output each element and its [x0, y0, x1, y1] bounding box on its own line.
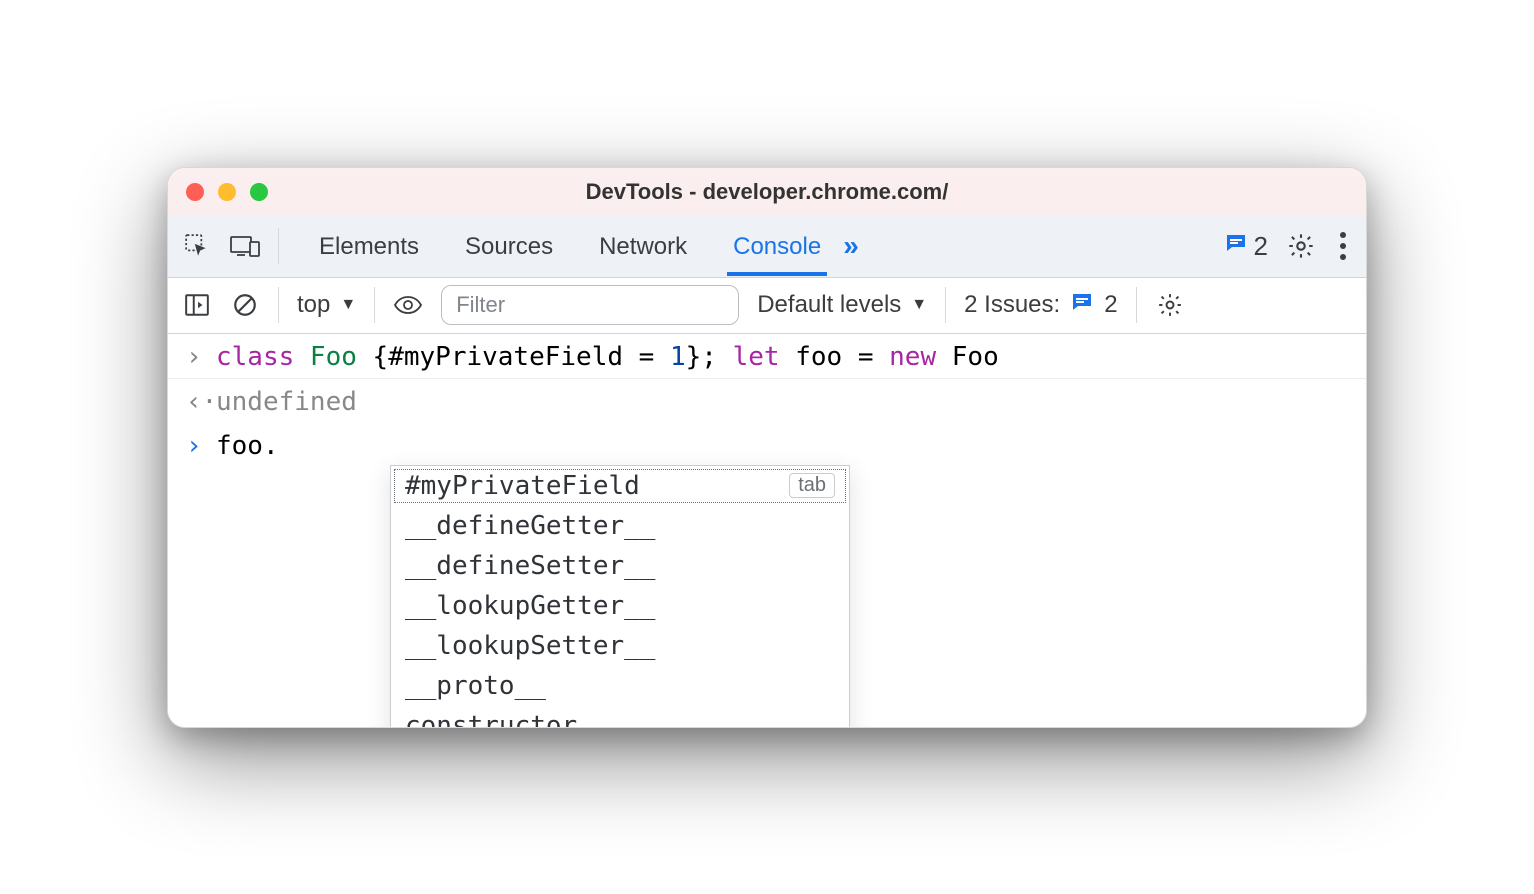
- messages-badge[interactable]: 2: [1224, 231, 1268, 262]
- clear-console-icon[interactable]: [230, 290, 260, 320]
- console-prompt-row: › foo. #myPrivateFieldtab__defineGetter_…: [168, 423, 1366, 467]
- output-chevron-icon: ‹·: [186, 387, 208, 417]
- autocomplete-label: __proto__: [405, 671, 546, 701]
- console-result-row: ‹· undefined: [168, 379, 1366, 423]
- message-icon: [1224, 231, 1248, 262]
- console-toolbar: top ▼ Default levels ▼ 2 Issues: 2: [168, 278, 1366, 334]
- autocomplete-item[interactable]: constructor: [391, 706, 849, 728]
- console-settings-icon[interactable]: [1155, 290, 1185, 320]
- autocomplete-item[interactable]: #myPrivateField tab: [391, 466, 849, 506]
- divider: [278, 287, 279, 323]
- context-label: top: [297, 291, 330, 319]
- message-icon: [1070, 290, 1094, 321]
- input-chevron-icon: ›: [186, 342, 208, 372]
- autocomplete-label: __lookupGetter__: [405, 591, 655, 621]
- device-toolbar-icon[interactable]: [230, 231, 260, 261]
- autocomplete-item[interactable]: __defineSetter__: [391, 546, 849, 586]
- autocomplete-popup: #myPrivateField tab __defineGetter__ __defi…: [390, 465, 850, 728]
- console-body: › class Foo {#myPrivateField = 1}; let f…: [168, 334, 1366, 727]
- devtools-window: DevTools - developer.chrome.com/ Element…: [167, 167, 1367, 728]
- issues-label: 2 Issues:: [964, 291, 1060, 319]
- context-selector[interactable]: top ▼: [297, 291, 356, 319]
- tab-network[interactable]: Network: [595, 217, 691, 275]
- issues-count: 2: [1104, 291, 1117, 319]
- filter-input[interactable]: [441, 285, 739, 325]
- autocomplete-item[interactable]: __proto__: [391, 666, 849, 706]
- kebab-menu-icon[interactable]: [1334, 232, 1352, 260]
- sidebar-toggle-icon[interactable]: [182, 290, 212, 320]
- close-window-button[interactable]: [186, 183, 204, 201]
- console-prompt-input[interactable]: foo.: [216, 431, 279, 461]
- tab-hint: tab: [789, 473, 835, 498]
- log-levels-selector[interactable]: Default levels ▼: [757, 291, 927, 319]
- live-expression-icon[interactable]: [393, 290, 423, 320]
- console-code[interactable]: class Foo {#myPrivateField = 1}; let foo…: [216, 342, 999, 372]
- maximize-window-button[interactable]: [250, 183, 268, 201]
- prompt-chevron-icon: ›: [186, 431, 208, 461]
- settings-icon[interactable]: [1286, 231, 1316, 261]
- tab-sources[interactable]: Sources: [461, 217, 557, 275]
- divider: [945, 287, 946, 323]
- tab-elements[interactable]: Elements: [315, 217, 423, 275]
- console-result: undefined: [216, 387, 357, 417]
- autocomplete-label: #myPrivateField: [405, 471, 640, 501]
- more-tabs-icon[interactable]: »: [843, 230, 859, 262]
- minimize-window-button[interactable]: [218, 183, 236, 201]
- main-tabbar: Elements Sources Network Console » 2: [168, 216, 1366, 278]
- autocomplete-label: __lookupSetter__: [405, 631, 655, 661]
- levels-label: Default levels: [757, 291, 901, 319]
- messages-count: 2: [1254, 231, 1268, 262]
- autocomplete-label: constructor: [405, 711, 577, 728]
- caret-down-icon: ▼: [340, 296, 356, 314]
- autocomplete-item[interactable]: __defineGetter__: [391, 506, 849, 546]
- tab-console[interactable]: Console: [729, 217, 825, 275]
- divider: [374, 287, 375, 323]
- issues-badge[interactable]: 2 Issues: 2: [964, 290, 1117, 321]
- autocomplete-label: __defineGetter__: [405, 511, 655, 541]
- window-title: DevTools - developer.chrome.com/: [168, 179, 1366, 205]
- autocomplete-label: __defineSetter__: [405, 551, 655, 581]
- divider: [278, 228, 279, 264]
- caret-down-icon: ▼: [911, 296, 927, 314]
- autocomplete-item[interactable]: __lookupSetter__: [391, 626, 849, 666]
- titlebar: DevTools - developer.chrome.com/: [168, 168, 1366, 216]
- divider: [1136, 287, 1137, 323]
- inspect-element-icon[interactable]: [182, 231, 212, 261]
- console-input-row: › class Foo {#myPrivateField = 1}; let f…: [168, 334, 1366, 379]
- traffic-lights: [186, 183, 268, 201]
- autocomplete-item[interactable]: __lookupGetter__: [391, 586, 849, 626]
- panel-tabs: Elements Sources Network Console: [315, 217, 825, 275]
